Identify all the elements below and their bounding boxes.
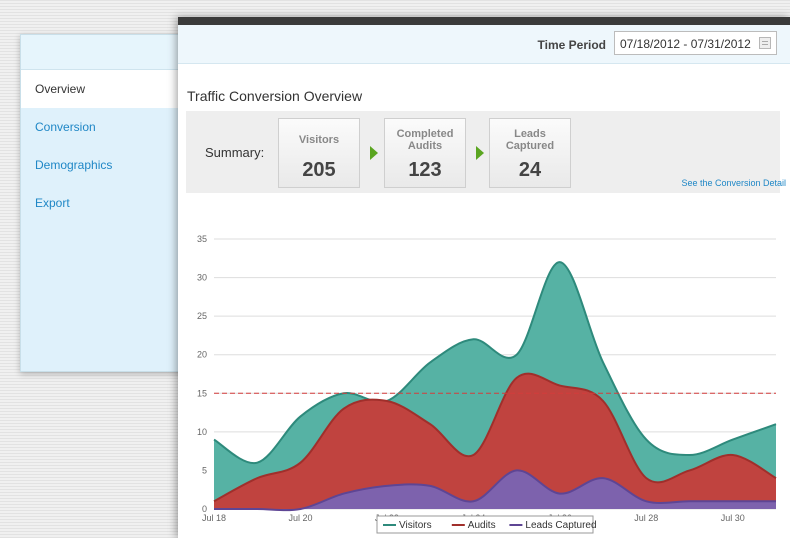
sidebar: Overview Conversion Demographics Export xyxy=(20,34,192,372)
leads-card: Leads Captured 24 xyxy=(489,118,571,188)
y-tick-label: 10 xyxy=(197,427,207,437)
section-title: Traffic Conversion Overview xyxy=(187,88,363,104)
legend-label: Audits xyxy=(468,520,496,531)
sidebar-item-conversion[interactable]: Conversion xyxy=(21,108,191,146)
time-period-label: Time Period xyxy=(537,38,606,52)
conversion-detail-link[interactable]: See the Conversion Detail xyxy=(681,178,786,188)
legend-label: Leads Captured xyxy=(525,520,596,531)
card-value: 123 xyxy=(408,159,442,181)
sidebar-item-overview[interactable]: Overview xyxy=(21,70,192,108)
sidebar-item-demographics[interactable]: Demographics xyxy=(21,146,191,184)
card-label: Leads Captured xyxy=(505,128,555,152)
x-tick-label: Jul 20 xyxy=(288,513,312,523)
y-tick-label: 30 xyxy=(197,273,207,283)
y-tick-label: 15 xyxy=(197,388,207,398)
date-range-value: 07/18/2012 - 07/31/2012 xyxy=(620,37,751,51)
date-range-input[interactable]: 07/18/2012 - 07/31/2012 xyxy=(614,31,777,55)
x-tick-label: Jul 18 xyxy=(202,513,226,523)
visitors-card: Visitors 205 xyxy=(278,118,360,188)
header: Time Period 07/18/2012 - 07/31/2012 xyxy=(178,25,790,64)
card-value: 205 xyxy=(302,159,336,181)
summary-bar: Summary: Visitors 205 Completed Audits 1… xyxy=(186,111,786,193)
card-value: 24 xyxy=(518,159,542,181)
x-tick-label: Jul 28 xyxy=(634,513,658,523)
x-tick-label: Jul 30 xyxy=(721,513,745,523)
arrow-right-icon xyxy=(476,146,484,160)
calendar-icon[interactable] xyxy=(759,37,771,49)
arrow-right-icon xyxy=(370,146,378,160)
traffic-chart: 05101520253035Jul 18Jul 20Jul 22Jul 24Ju… xyxy=(197,234,777,534)
y-tick-label: 20 xyxy=(197,350,207,360)
main-panel: Time Period 07/18/2012 - 07/31/2012 Traf… xyxy=(178,17,790,538)
sidebar-header xyxy=(21,35,191,70)
summary-label: Summary: xyxy=(205,145,265,160)
panel-topbar xyxy=(178,17,790,25)
y-tick-label: 35 xyxy=(197,234,207,244)
sidebar-item-export[interactable]: Export xyxy=(21,184,191,222)
card-label: Completed Audits xyxy=(396,128,454,152)
y-tick-label: 5 xyxy=(202,465,207,475)
audits-card: Completed Audits 123 xyxy=(384,118,466,188)
y-tick-label: 25 xyxy=(197,311,207,321)
legend-label: Visitors xyxy=(399,520,432,531)
card-label: Visitors xyxy=(298,134,340,146)
